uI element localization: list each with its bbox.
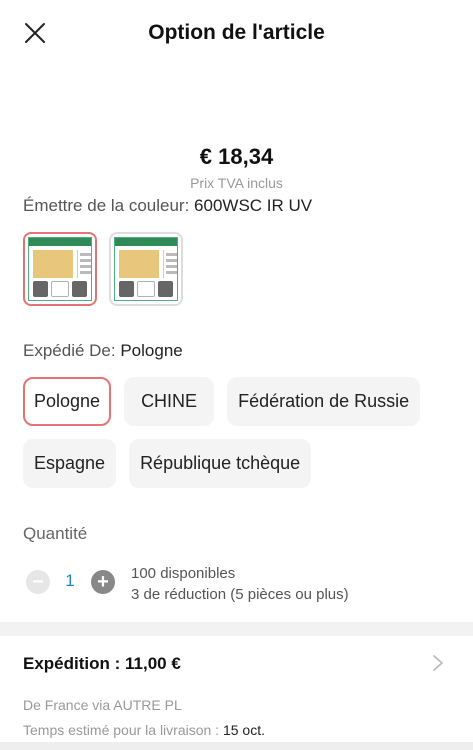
product-image bbox=[114, 237, 178, 301]
shipping-title: Expédition : 11,00 € bbox=[23, 654, 181, 673]
header: Option de l'article bbox=[0, 0, 473, 66]
chip-pologne[interactable]: Pologne bbox=[23, 377, 112, 426]
quantity-decrease-button[interactable]: − bbox=[26, 570, 50, 594]
chip-espagne[interactable]: Espagne bbox=[23, 439, 117, 488]
section-divider bbox=[0, 622, 473, 636]
color-thumbnails bbox=[23, 232, 183, 306]
color-thumbnail-600wsc[interactable] bbox=[23, 232, 97, 306]
color-label: Émettre de la couleur: bbox=[23, 196, 195, 215]
ships-from-selected: Pologne bbox=[120, 341, 183, 360]
shipping-method: De France via AUTRE PL bbox=[23, 697, 182, 713]
price: € 18,34 bbox=[199, 144, 274, 169]
stock-info: 100 disponibles 3 de réduction (5 pièces… bbox=[131, 563, 349, 605]
ships-from-options: Pologne CHINE Fédération de Russie Espag… bbox=[23, 377, 453, 488]
color-option-row: Émettre de la couleur: 600WSC IR UV bbox=[23, 196, 312, 216]
quantity-label: Quantité bbox=[23, 524, 88, 543]
ships-from-row: Expédié De: Pologne bbox=[23, 341, 183, 361]
vat-note: Prix TVA inclus bbox=[190, 175, 283, 191]
bulk-discount: 3 de réduction (5 pièces ou plus) bbox=[131, 586, 349, 603]
color-selected-value: 600WSC IR UV bbox=[194, 196, 313, 215]
product-image bbox=[28, 237, 92, 301]
delivery-estimate-label: Temps estimé pour la livraison : bbox=[23, 722, 223, 738]
available-count: 100 disponibles bbox=[131, 565, 236, 582]
chevron-right-icon bbox=[433, 655, 443, 671]
quantity-increase-button[interactable]: + bbox=[91, 570, 115, 594]
ships-from-label: Expédié De: bbox=[23, 341, 121, 360]
delivery-estimate: Temps estimé pour la livraison : 15 oct. bbox=[23, 722, 265, 738]
chip-republique-tcheque[interactable]: République tchèque bbox=[129, 439, 312, 488]
shipping-section[interactable]: Expédition : 11,00 € De France via AUTRE… bbox=[0, 636, 473, 750]
color-thumbnail-600wscp[interactable] bbox=[109, 232, 183, 306]
quantity-value[interactable]: 1 bbox=[64, 571, 76, 591]
page-title: Option de l'article bbox=[148, 21, 325, 44]
chip-chine[interactable]: CHINE bbox=[124, 377, 215, 426]
delivery-date: 15 oct. bbox=[222, 722, 265, 738]
chip-federation-de-russie[interactable]: Fédération de Russie bbox=[227, 377, 421, 426]
bottom-divider bbox=[0, 742, 473, 750]
